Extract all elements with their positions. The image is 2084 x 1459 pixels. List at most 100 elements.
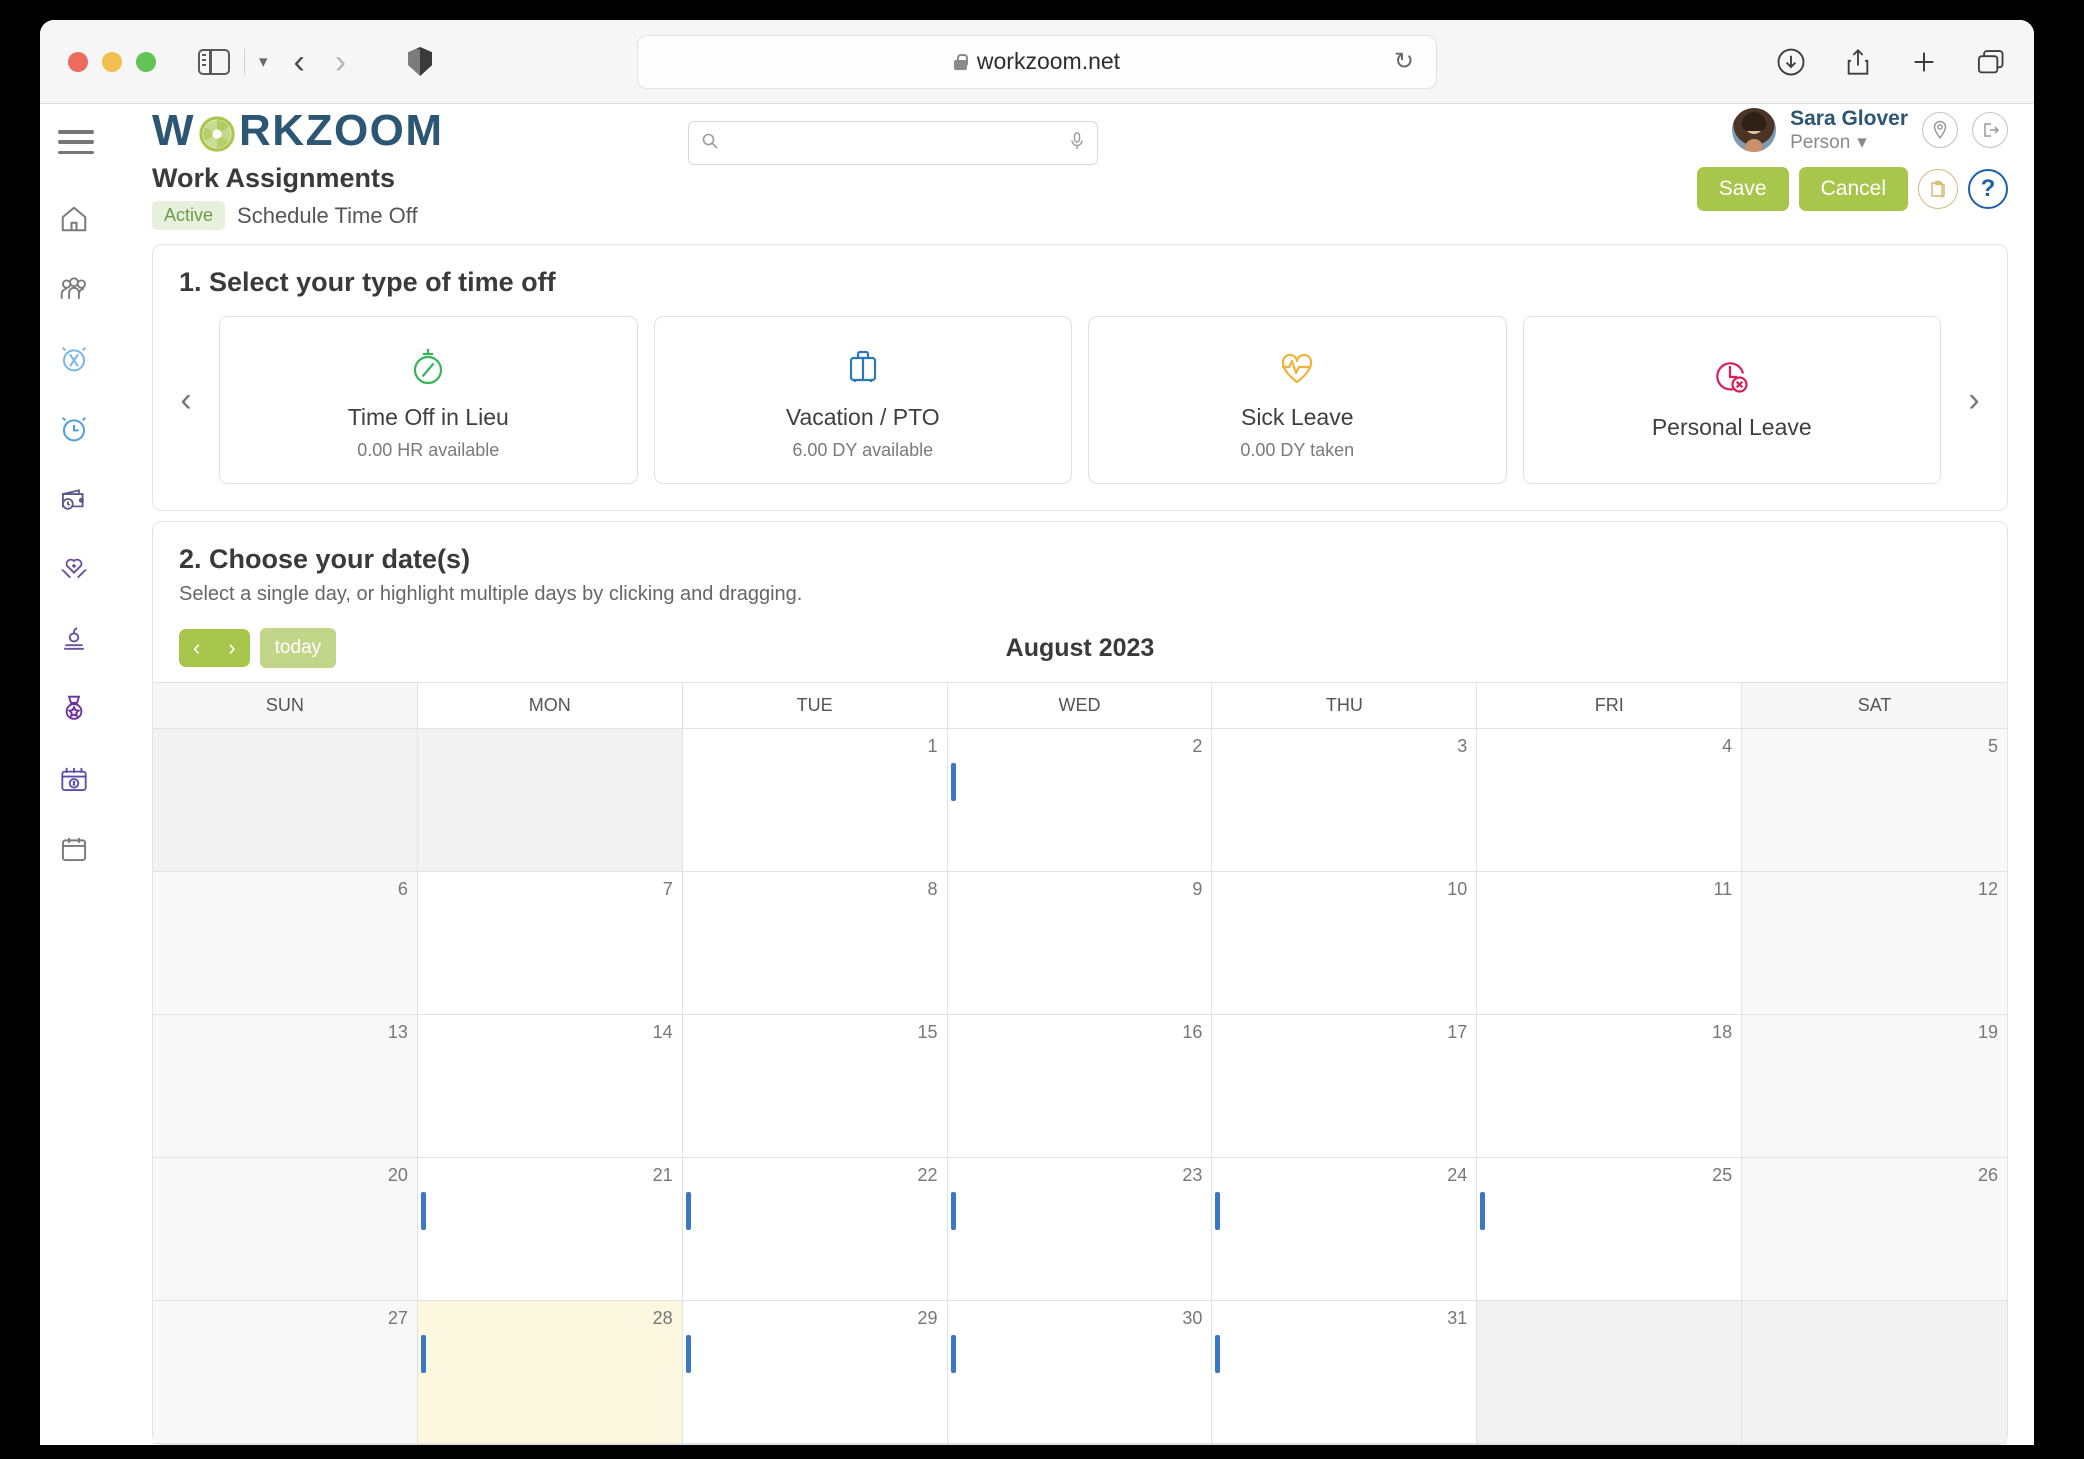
calendar-event-bar[interactable] [950,1192,956,1230]
calendar-weekday-mon: MON [417,683,683,729]
calendar-day-21[interactable]: 21 [417,1158,683,1301]
notes-icon[interactable] [1918,169,1958,209]
calendar-day-6[interactable]: 6 [153,872,418,1015]
calendar-day-9[interactable]: 9 [947,872,1213,1015]
type-card-time-off-in-lieu[interactable]: Time Off in Lieu 0.00 HR available [219,316,638,484]
maximize-window-button[interactable] [136,51,156,72]
calendar-day-7[interactable]: 7 [417,872,683,1015]
calendar-day-number: 5 [1987,736,1998,756]
type-card-vacation-pto[interactable]: Vacation / PTO 6.00 DY available [653,316,1072,484]
calendar-day-12[interactable]: 12 [1742,872,2007,1015]
calendar-day-24[interactable]: 24 [1212,1158,1478,1301]
search-input[interactable] [727,133,1061,153]
calendar-event-bar[interactable] [1215,1335,1221,1373]
hamburger-menu-icon[interactable] [58,130,94,154]
calendar-day-25[interactable]: 25 [1477,1158,1743,1301]
calendar-day-number: 25 [1712,1165,1733,1185]
calendar-day-8[interactable]: 8 [682,872,948,1015]
sidebar-item-learning[interactable] [55,620,93,658]
cancel-button[interactable]: Cancel [1798,167,1908,211]
user-role-label: Person [1790,131,1851,153]
calendar-day-28[interactable]: 28 [417,1301,683,1444]
sidebar-item-performance[interactable] [55,690,93,728]
user-menu[interactable]: Sara Glover Person ▾ [1732,107,2008,154]
reload-icon[interactable]: ↻ [1394,49,1414,74]
sidebar-item-compensation[interactable] [55,760,93,798]
carousel-prev-icon[interactable]: ‹ [169,316,203,484]
calendar-day-19[interactable]: 19 [1742,1015,2007,1158]
calendar-day-23[interactable]: 23 [947,1158,1213,1301]
calendar-event-bar[interactable] [685,1192,691,1230]
save-button[interactable]: Save [1696,167,1789,211]
calendar-day-number: 8 [927,879,938,899]
calendar-day-22[interactable]: 22 [682,1158,948,1301]
calendar-day-26[interactable]: 26 [1742,1158,2007,1301]
sidebar-item-schedule[interactable] [55,830,93,868]
calendar-event-bar[interactable] [1215,1192,1221,1230]
calendar-day-2[interactable]: 2 [947,729,1213,872]
minimize-window-button[interactable] [102,51,122,72]
calendar-day-1[interactable]: 1 [682,729,948,872]
calendar-event-bar[interactable] [950,763,956,801]
calendar-prev-button[interactable]: ‹ [179,629,214,667]
calendar-day-13[interactable]: 13 [153,1015,418,1158]
type-card-sick-leave[interactable]: Sick Leave 0.00 DY taken [1088,316,1507,484]
forward-chevron-icon[interactable]: › [335,45,346,79]
avatar [1732,108,1777,153]
calendar-next-button[interactable]: › [214,629,249,667]
sidebar-item-time-off[interactable] [55,340,93,378]
calendar-day-number: 16 [1182,1022,1203,1042]
plus-icon[interactable] [1910,48,1938,76]
calendar-day-number: 26 [1977,1165,1998,1185]
calendar-event-bar[interactable] [950,1335,956,1373]
calendar-day-10[interactable]: 10 [1212,872,1478,1015]
carousel-next-icon[interactable]: › [1957,316,1991,484]
calendar-day-4[interactable]: 4 [1477,729,1743,872]
workzoom-logo[interactable]: W RKZOOM [152,106,444,156]
back-chevron-icon[interactable]: ‹ [294,45,305,79]
type-card-personal-leave[interactable]: Personal Leave [1522,316,1941,484]
sidebar-item-payroll[interactable] [55,480,93,518]
share-icon[interactable] [1844,47,1872,77]
microphone-icon[interactable] [1069,131,1085,156]
heart-pulse-icon [1275,344,1319,390]
calendar-event-bar[interactable] [420,1192,426,1230]
chevron-down-icon[interactable]: ▾ [259,53,268,70]
logout-icon[interactable] [1972,112,2008,149]
location-pin-icon[interactable] [1922,112,1958,149]
close-window-button[interactable] [68,51,88,72]
calendar-weekday-thu: THU [1212,683,1478,729]
calendar-day-14[interactable]: 14 [417,1015,683,1158]
page-subtitle: Schedule Time Off [237,202,418,228]
user-role[interactable]: Person ▾ [1790,131,1908,154]
privacy-shield-icon[interactable] [408,47,433,76]
download-icon[interactable] [1776,47,1806,77]
calendar-day-15[interactable]: 15 [682,1015,948,1158]
calendar-day-17[interactable]: 17 [1212,1015,1478,1158]
calendar-day-29[interactable]: 29 [682,1301,948,1444]
calendar-day-empty [417,729,683,872]
calendar-day-11[interactable]: 11 [1477,872,1743,1015]
calendar-event-bar[interactable] [685,1335,691,1373]
calendar-event-bar[interactable] [420,1335,426,1373]
address-bar[interactable]: workzoom.net ↻ [637,34,1437,89]
tab-overview-icon[interactable] [1976,48,2006,76]
sidebar-item-benefits[interactable] [55,550,93,588]
calendar-day-3[interactable]: 3 [1212,729,1478,872]
calendar-day-31[interactable]: 31 [1212,1301,1478,1444]
calendar-day-16[interactable]: 16 [947,1015,1213,1158]
sidebar-toggle-icon[interactable] [198,48,230,75]
sidebar-item-time-tracking[interactable] [55,410,93,448]
sidebar-item-home[interactable] [55,200,93,238]
sidebar-item-people[interactable] [55,270,93,308]
help-icon[interactable]: ? [1968,169,2008,209]
calendar-day-5[interactable]: 5 [1742,729,2007,872]
lock-icon [953,53,968,70]
step1-heading: 1. Select your type of time off [179,267,556,297]
calendar-day-30[interactable]: 30 [947,1301,1213,1444]
calendar-event-bar[interactable] [1480,1192,1486,1230]
calendar-day-20[interactable]: 20 [153,1158,418,1301]
calendar-today-button[interactable]: today [259,628,337,668]
calendar-day-27[interactable]: 27 [153,1301,418,1444]
calendar-day-18[interactable]: 18 [1477,1015,1743,1158]
